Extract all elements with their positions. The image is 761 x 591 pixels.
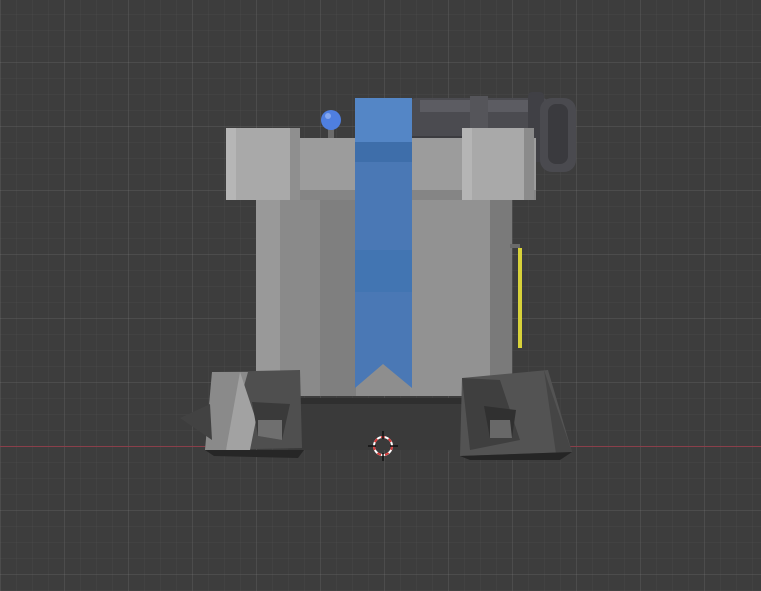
- left-foot: [180, 370, 304, 458]
- right-foot: [460, 370, 572, 460]
- 3d-viewport[interactable]: [0, 0, 761, 591]
- 3d-cursor-icon[interactable]: [368, 431, 398, 461]
- tower-model[interactable]: [0, 0, 761, 591]
- blue-orb: [321, 110, 341, 138]
- blue-banner: [355, 98, 412, 388]
